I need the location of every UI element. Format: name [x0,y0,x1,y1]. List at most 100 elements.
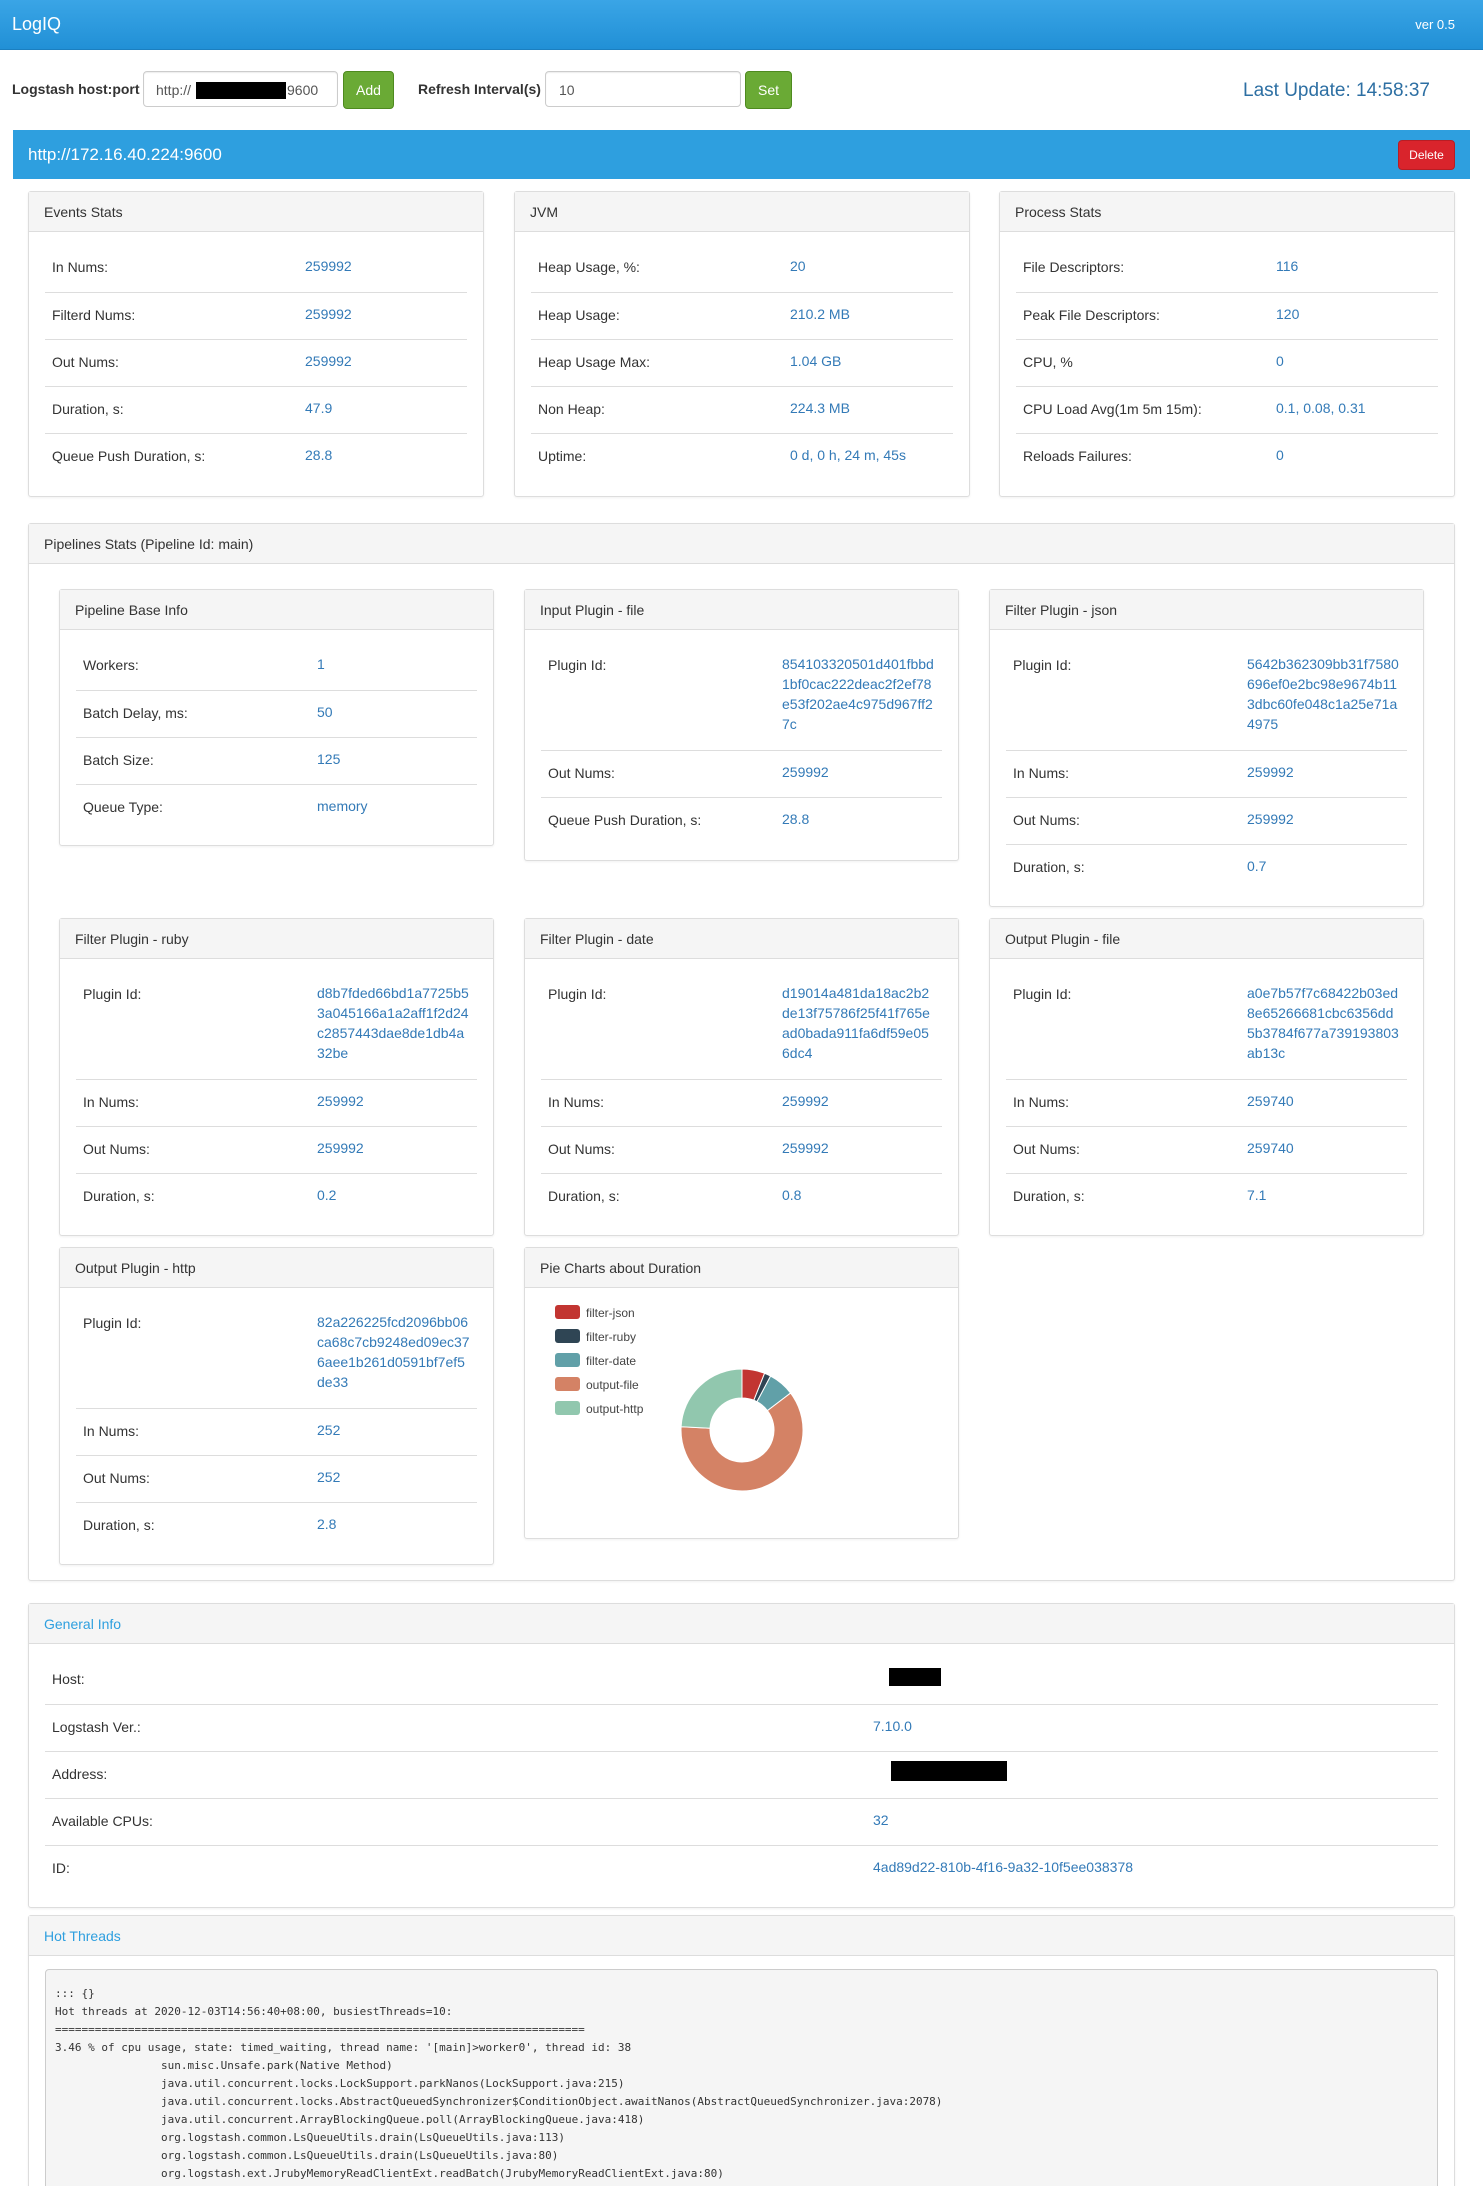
stat-row: Duration, s: 2.8 [76,1502,477,1549]
filter-plugin-date-panel: Filter Plugin - date Plugin Id: d19014a48… [524,918,959,1236]
output-plugin-file-panel: Output Plugin - file Plugin Id: a0e7b57f7… [989,918,1424,1236]
stat-label: ID: [52,1860,70,1876]
stat-row: Plugin Id: 82a226225fcd2096bb06ca68c7cb92… [76,1301,477,1408]
stat-label: Non Heap: [538,401,605,417]
stat-value: 125 [317,751,341,767]
stat-row: File Descriptors: 116 [1016,245,1438,292]
hot-threads-output: ::: {} Hot threads at 2020-12-03T14:56:4… [45,1969,1438,2186]
stat-label: In Nums: [83,1094,140,1110]
stat-row: Queue Push Duration, s: 28.8 [45,433,467,480]
stat-label: Heap Usage: [538,307,620,323]
stat-label: In Nums: [83,1423,140,1439]
stat-row: Duration, s: 0.7 [1006,844,1407,891]
stat-row: Duration, s: 7.1 [1006,1173,1407,1220]
stat-value: 2.8 [317,1516,337,1532]
stat-row: Heap Usage, %: 20 [531,245,953,292]
pie-slice-output-http[interactable] [680,1368,743,1429]
stat-label: Peak File Descriptors: [1023,307,1160,323]
input-plugin-file-panel: Input Plugin - file Plugin Id: 8541033205… [524,589,959,861]
app-title[interactable]: LogIQ [12,14,61,35]
stat-row: Logstash Ver.: 7.10.0 [45,1704,1438,1751]
stat-row: In Nums: 259992 [76,1079,477,1126]
stat-row: Duration, s: 0.2 [76,1173,477,1220]
host-url: http://172.16.40.224:9600 [28,145,222,164]
stat-value: 259740 [1247,1140,1294,1156]
stat-row: ID: 4ad89d22-810b-4f16-9a32-10f5ee038378 [45,1845,1438,1912]
add-button[interactable]: Add [343,71,394,109]
stat-label: Host: [52,1671,85,1687]
stat-row: In Nums: 259992 [1006,750,1407,797]
stat-row: Plugin Id: d8b7fded66bd1a7725b53a045166a1… [76,972,477,1079]
stat-label: CPU, % [1023,354,1073,370]
panel-title: Events Stats [29,192,483,232]
stat-row: Reloads Failures: 0 [1016,433,1438,480]
stat-value: 854103320501d401fbbd1bf0cac222deac2f2ef7… [782,656,934,732]
stat-row: In Nums: 259740 [1006,1079,1407,1126]
stat-row: In Nums: 259992 [541,1079,942,1126]
stat-value: 0 d, 0 h, 24 m, 45s [790,447,906,463]
stat-value: 259992 [305,353,352,369]
stat-row: Out Nums: 259992 [541,750,942,797]
panel-title: Process Stats [1000,192,1454,232]
stat-value: 259992 [782,1093,829,1109]
stat-row: Out Nums: 259992 [76,1126,477,1173]
host-input[interactable]: http:// 9600 [143,71,338,107]
panel-title: Pie Charts about Duration [525,1248,958,1288]
host-header: http://172.16.40.224:9600 Delete [13,130,1470,179]
stat-value: 50 [317,704,333,720]
stat-label: Duration, s: [83,1517,155,1533]
stat-value: 120 [1276,306,1300,322]
stat-label: Plugin Id: [548,986,607,1002]
stat-row: Plugin Id: 854103320501d401fbbd1bf0cac222… [541,643,942,750]
stat-row: Out Nums: 259992 [1006,797,1407,844]
stat-row: Non Heap: 224.3 MB [531,386,953,433]
stat-row: CPU Load Avg(1m 5m 15m): 0.1, 0.08, 0.31 [1016,386,1438,433]
stat-value: 28.8 [305,447,333,463]
stat-label: Out Nums: [83,1141,150,1157]
stat-label: Filterd Nums: [52,307,136,323]
filter-plugin-json-panel: Filter Plugin - json Plugin Id: 5642b3623… [989,589,1424,907]
stat-row: CPU, % 0 [1016,339,1438,386]
panel-title: Hot Threads [29,1916,1454,1956]
stat-label: Logstash Ver.: [52,1719,141,1735]
stat-label: Out Nums: [548,1141,615,1157]
host-suffix: 9600 [287,82,319,98]
stat-value: 259992 [1247,811,1294,827]
stat-value: 0 [1276,353,1284,369]
refresh-interval-input[interactable]: 10 [545,71,741,107]
refresh-value: 10 [559,82,575,98]
stat-value: 259992 [1247,764,1294,780]
stat-row: Plugin Id: a0e7b57f7c68422b03ed8e65266681… [1006,972,1407,1079]
stat-label: Plugin Id: [83,1315,142,1331]
stat-row: Queue Push Duration, s: 28.8 [541,797,942,844]
stat-label: Batch Size: [83,752,154,768]
stat-label: File Descriptors: [1023,259,1125,275]
process-stats-panel: Process Stats File Descriptors: 116 Peak F… [999,191,1455,497]
stat-row: Plugin Id: 5642b362309bb31f7580696ef0e2bc… [1006,643,1407,750]
stat-label: In Nums: [1013,1094,1070,1110]
panel-title: General Info [29,1604,1454,1644]
stat-label: Address: [52,1766,108,1782]
stat-value: 259992 [317,1140,364,1156]
delete-button[interactable]: Delete [1398,140,1455,170]
general-info-panel: General Info Host: Logstash Ver.: 7.10.0 Ad… [28,1603,1455,1908]
stat-label: Queue Push Duration, s: [52,448,206,464]
panel-title: Input Plugin - file [525,590,958,630]
stat-row: Out Nums: 259992 [541,1126,942,1173]
stat-value: memory [317,798,368,814]
stat-label: Heap Usage Max: [538,354,651,370]
stat-value: 7.10.0 [873,1718,912,1734]
top-navbar: LogIQ ver 0.5 [0,0,1483,50]
set-button[interactable]: Set [745,71,792,109]
stat-label: Plugin Id: [1013,657,1072,673]
hot-threads-panel: Hot Threads ::: {} Hot threads at 2020-1… [28,1915,1455,2186]
stat-label: Duration, s: [1013,859,1085,875]
stat-row: Batch Delay, ms: 50 [76,690,477,737]
stat-label: Duration, s: [1013,1188,1085,1204]
stat-label: Duration, s: [548,1188,620,1204]
stat-row: Heap Usage: 210.2 MB [531,292,953,339]
stat-value: d8b7fded66bd1a7725b53a045166a1a2aff1f2d2… [317,985,469,1061]
stat-value: 7.1 [1247,1187,1267,1203]
stat-label: CPU Load Avg(1m 5m 15m): [1023,401,1202,417]
host-label: Logstash host:port [12,81,140,97]
